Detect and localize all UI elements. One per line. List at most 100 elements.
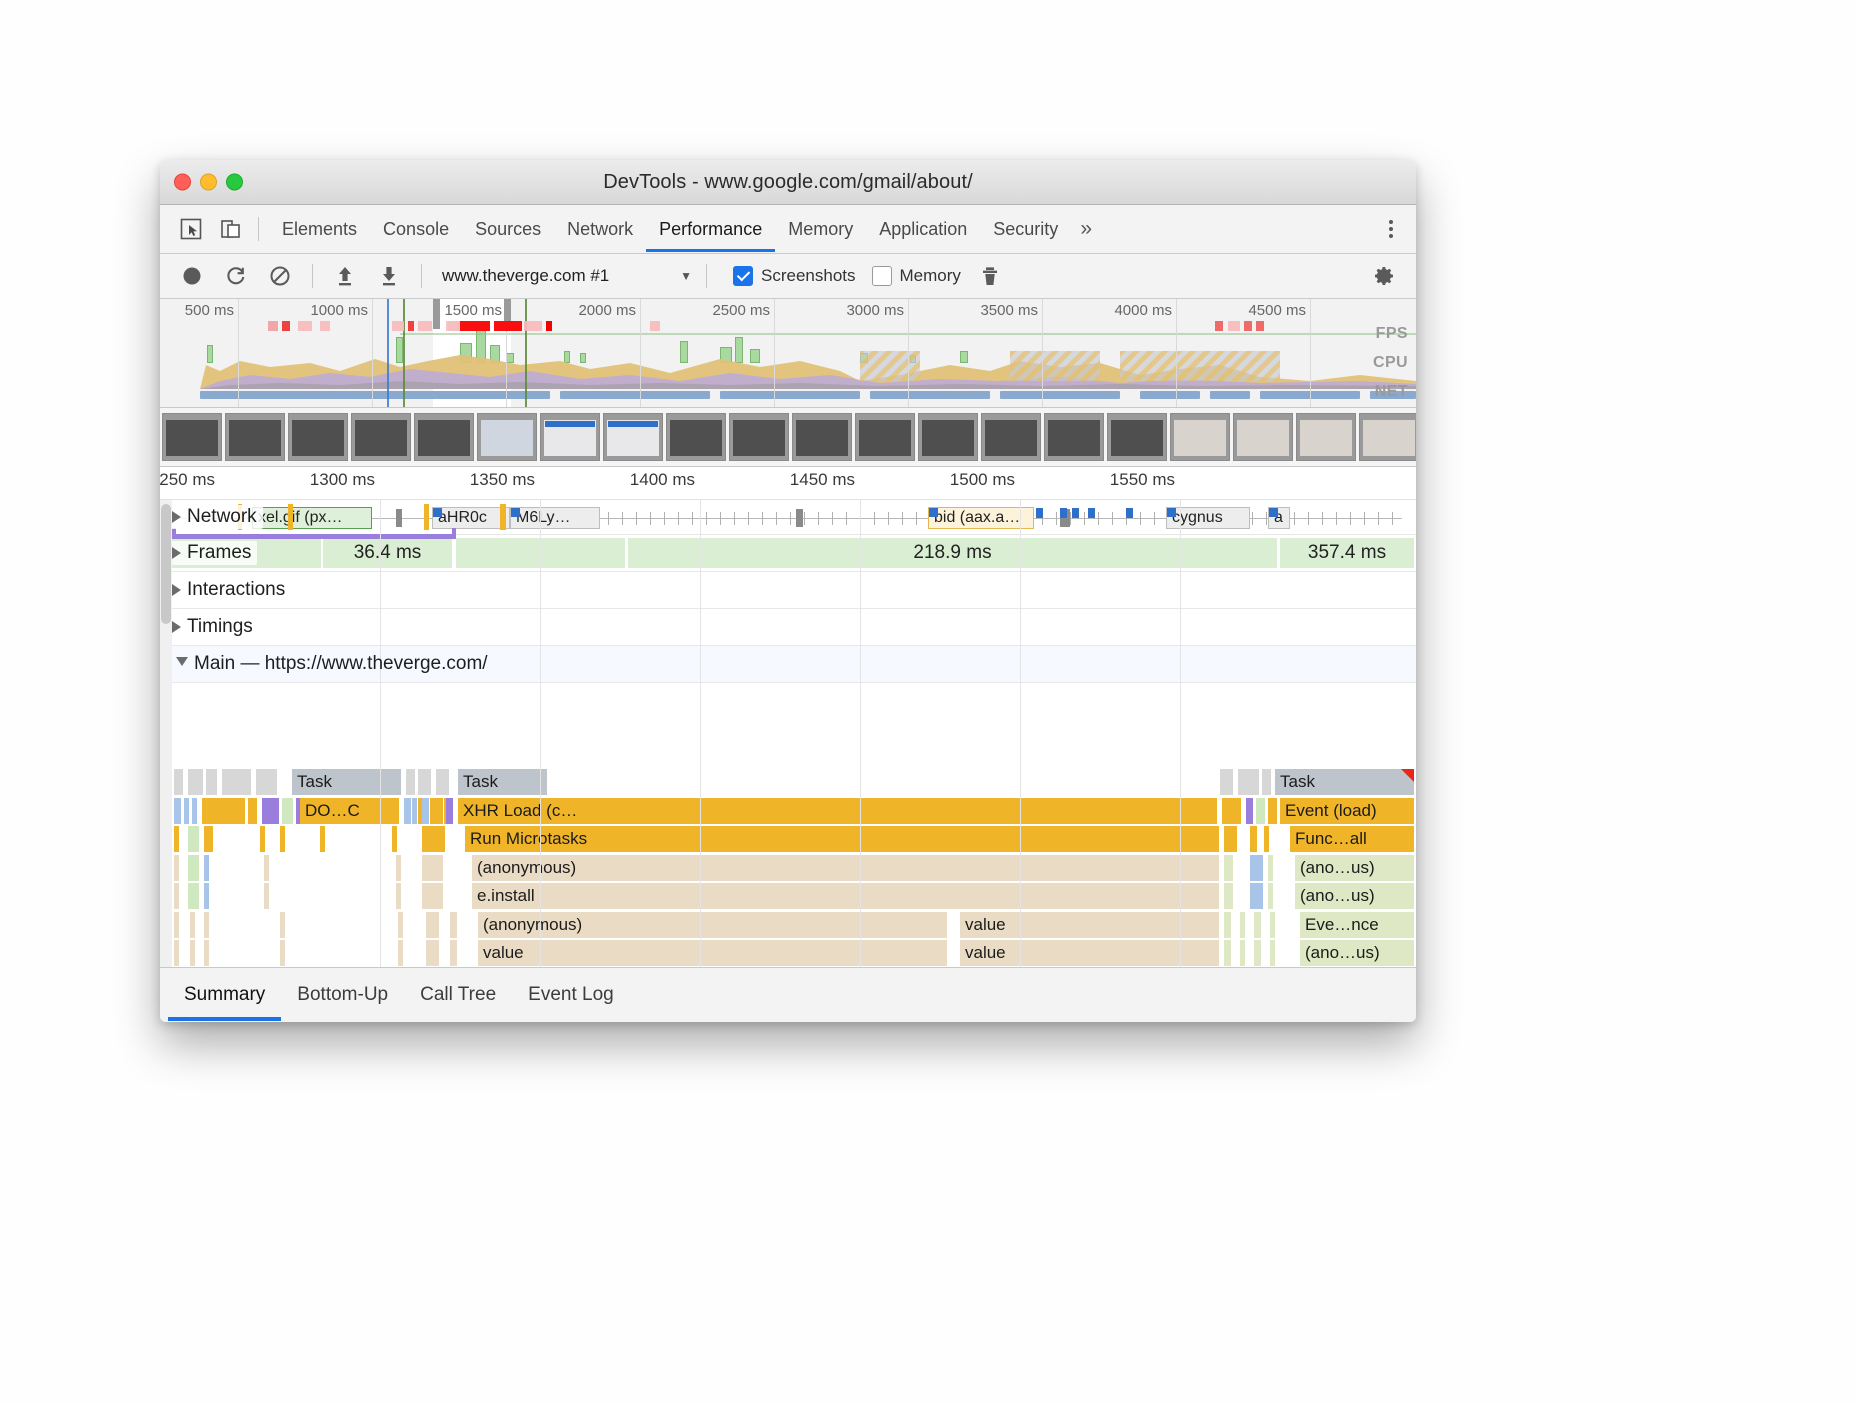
- tab-summary[interactable]: Summary: [168, 969, 281, 1021]
- tab-application[interactable]: Application: [866, 206, 980, 252]
- flame-chart-bar[interactable]: [450, 940, 458, 966]
- flame-chart-bar[interactable]: [432, 798, 444, 824]
- flame-chart-bar[interactable]: Task: [292, 769, 402, 795]
- save-profile-icon[interactable]: [374, 261, 404, 291]
- flame-chart-bar[interactable]: [1254, 912, 1262, 938]
- flame-chart-bar[interactable]: [446, 798, 454, 824]
- flame-chart-bar[interactable]: Event (load): [1280, 798, 1415, 824]
- flame-chart-bar[interactable]: [404, 798, 412, 824]
- flame-chart-bar[interactable]: [398, 940, 404, 966]
- maximize-window-button[interactable]: [226, 174, 243, 191]
- flame-chart-bar[interactable]: [280, 940, 286, 966]
- gear-icon[interactable]: [1369, 261, 1399, 291]
- tab-memory[interactable]: Memory: [775, 206, 866, 252]
- device-toolbar-icon[interactable]: [214, 212, 248, 246]
- track-timings[interactable]: Timings: [160, 609, 1416, 646]
- flame-chart-bar[interactable]: [1270, 912, 1276, 938]
- filmstrip-frame[interactable]: [1044, 413, 1104, 461]
- flame-chart-bar[interactable]: Func…all: [1290, 826, 1415, 852]
- network-request-bar[interactable]: bid (aax.a…: [928, 507, 1034, 529]
- memory-checkbox[interactable]: Memory: [872, 266, 961, 286]
- flame-chart-bar[interactable]: [1250, 826, 1258, 852]
- flame-chart-bar[interactable]: [422, 883, 444, 909]
- filmstrip-frame[interactable]: [351, 413, 411, 461]
- frame-box[interactable]: [456, 538, 626, 568]
- flame-chart-bar[interactable]: [1262, 769, 1272, 795]
- flame-chart-bar[interactable]: [174, 798, 182, 824]
- flame-chart-bar[interactable]: [188, 826, 200, 852]
- flame-chart-bar[interactable]: [1224, 826, 1238, 852]
- flame-chart-bar[interactable]: [248, 798, 258, 824]
- flame-chart-bar[interactable]: (ano…us): [1300, 940, 1415, 966]
- flame-chart-bar[interactable]: [1250, 883, 1264, 909]
- close-window-button[interactable]: [174, 174, 191, 191]
- kebab-menu-icon[interactable]: [1374, 212, 1408, 246]
- reload-and-record-icon[interactable]: [221, 261, 251, 291]
- flame-chart-bar[interactable]: value: [960, 912, 1220, 938]
- flame-chart-bar[interactable]: [1268, 883, 1274, 909]
- flame-chart-bar[interactable]: Task: [458, 769, 548, 795]
- flame-chart-bar[interactable]: [406, 769, 416, 795]
- flame-chart-bar[interactable]: [206, 769, 218, 795]
- flame-chart-bar[interactable]: [418, 769, 432, 795]
- more-tabs-chevron-icon[interactable]: »: [1071, 217, 1101, 241]
- network-request-bar[interactable]: xel.gif (px…: [252, 507, 372, 529]
- tab-console[interactable]: Console: [370, 206, 462, 252]
- flame-chart-bar[interactable]: [256, 769, 278, 795]
- flame-chart-bar[interactable]: [188, 769, 204, 795]
- flame-chart-bar[interactable]: [1238, 769, 1260, 795]
- track-main-header[interactable]: Main — https://www.theverge.com/: [174, 652, 494, 676]
- overview-window-left-handle[interactable]: [433, 299, 440, 329]
- flame-chart-bar[interactable]: e.install: [472, 883, 1220, 909]
- flame-chart-bar[interactable]: [392, 826, 398, 852]
- filmstrip-frame[interactable]: [1170, 413, 1230, 461]
- flame-chart-bar[interactable]: [398, 912, 404, 938]
- flame-chart-bar[interactable]: [280, 912, 286, 938]
- flame-chart-bar[interactable]: [264, 855, 270, 881]
- flame-chart-bar[interactable]: [1224, 940, 1232, 966]
- flame-chart-bar[interactable]: [184, 798, 190, 824]
- tab-bottom-up[interactable]: Bottom-Up: [281, 969, 404, 1021]
- filmstrip-frame[interactable]: [666, 413, 726, 461]
- flame-chart-bar[interactable]: [1264, 826, 1270, 852]
- flame-chart-bar[interactable]: [396, 855, 402, 881]
- flame-chart-bar[interactable]: [280, 826, 286, 852]
- flame-chart-bar[interactable]: [1268, 798, 1278, 824]
- flame-chart-bar[interactable]: (ano…us): [1295, 855, 1415, 881]
- flame-chart-bar[interactable]: (anonymous): [472, 855, 1220, 881]
- flame-chart-bar[interactable]: [422, 798, 430, 824]
- track-interactions[interactable]: Interactions: [160, 572, 1416, 609]
- screenshots-checkbox[interactable]: Screenshots: [733, 266, 856, 286]
- flame-chart-bar[interactable]: [436, 769, 450, 795]
- flame-chart-bar[interactable]: [1268, 855, 1274, 881]
- flame-chart-bar[interactable]: [1256, 798, 1266, 824]
- flame-chart-bar[interactable]: value: [478, 940, 948, 966]
- flame-chart-bar[interactable]: [1270, 940, 1276, 966]
- minimize-window-button[interactable]: [200, 174, 217, 191]
- filmstrip-frame[interactable]: [981, 413, 1041, 461]
- flame-chart-bar[interactable]: [1224, 883, 1234, 909]
- flame-chart-bar[interactable]: [1250, 855, 1264, 881]
- flame-chart[interactable]: TaskTaskTaskDO…CXHR Load (c…Event (load)…: [160, 768, 1416, 967]
- tab-elements[interactable]: Elements: [269, 206, 370, 252]
- flame-chart-bar[interactable]: [282, 798, 294, 824]
- flame-chart-bar[interactable]: [1240, 940, 1246, 966]
- flame-chart-bar[interactable]: [1224, 855, 1234, 881]
- track-frames-header[interactable]: Frames: [170, 541, 257, 565]
- flame-chart-bar[interactable]: [1222, 798, 1242, 824]
- filmstrip-frame[interactable]: [1107, 413, 1167, 461]
- record-icon[interactable]: [177, 261, 207, 291]
- flame-chart-bar[interactable]: [174, 826, 180, 852]
- filmstrip-frame[interactable]: [918, 413, 978, 461]
- flame-chart-bar[interactable]: [320, 826, 326, 852]
- flame-chart-bar[interactable]: [426, 940, 440, 966]
- inspect-element-icon[interactable]: [174, 212, 208, 246]
- filmstrip[interactable]: [160, 408, 1416, 467]
- frame-box[interactable]: 357.4 ms: [1280, 538, 1415, 568]
- flame-chart-bar[interactable]: [190, 912, 196, 938]
- filmstrip-frame[interactable]: [288, 413, 348, 461]
- flame-chart-bar[interactable]: [426, 912, 440, 938]
- flame-chart-bar[interactable]: [422, 855, 444, 881]
- delete-icon[interactable]: [975, 261, 1005, 291]
- flame-chart-bar[interactable]: [1254, 940, 1262, 966]
